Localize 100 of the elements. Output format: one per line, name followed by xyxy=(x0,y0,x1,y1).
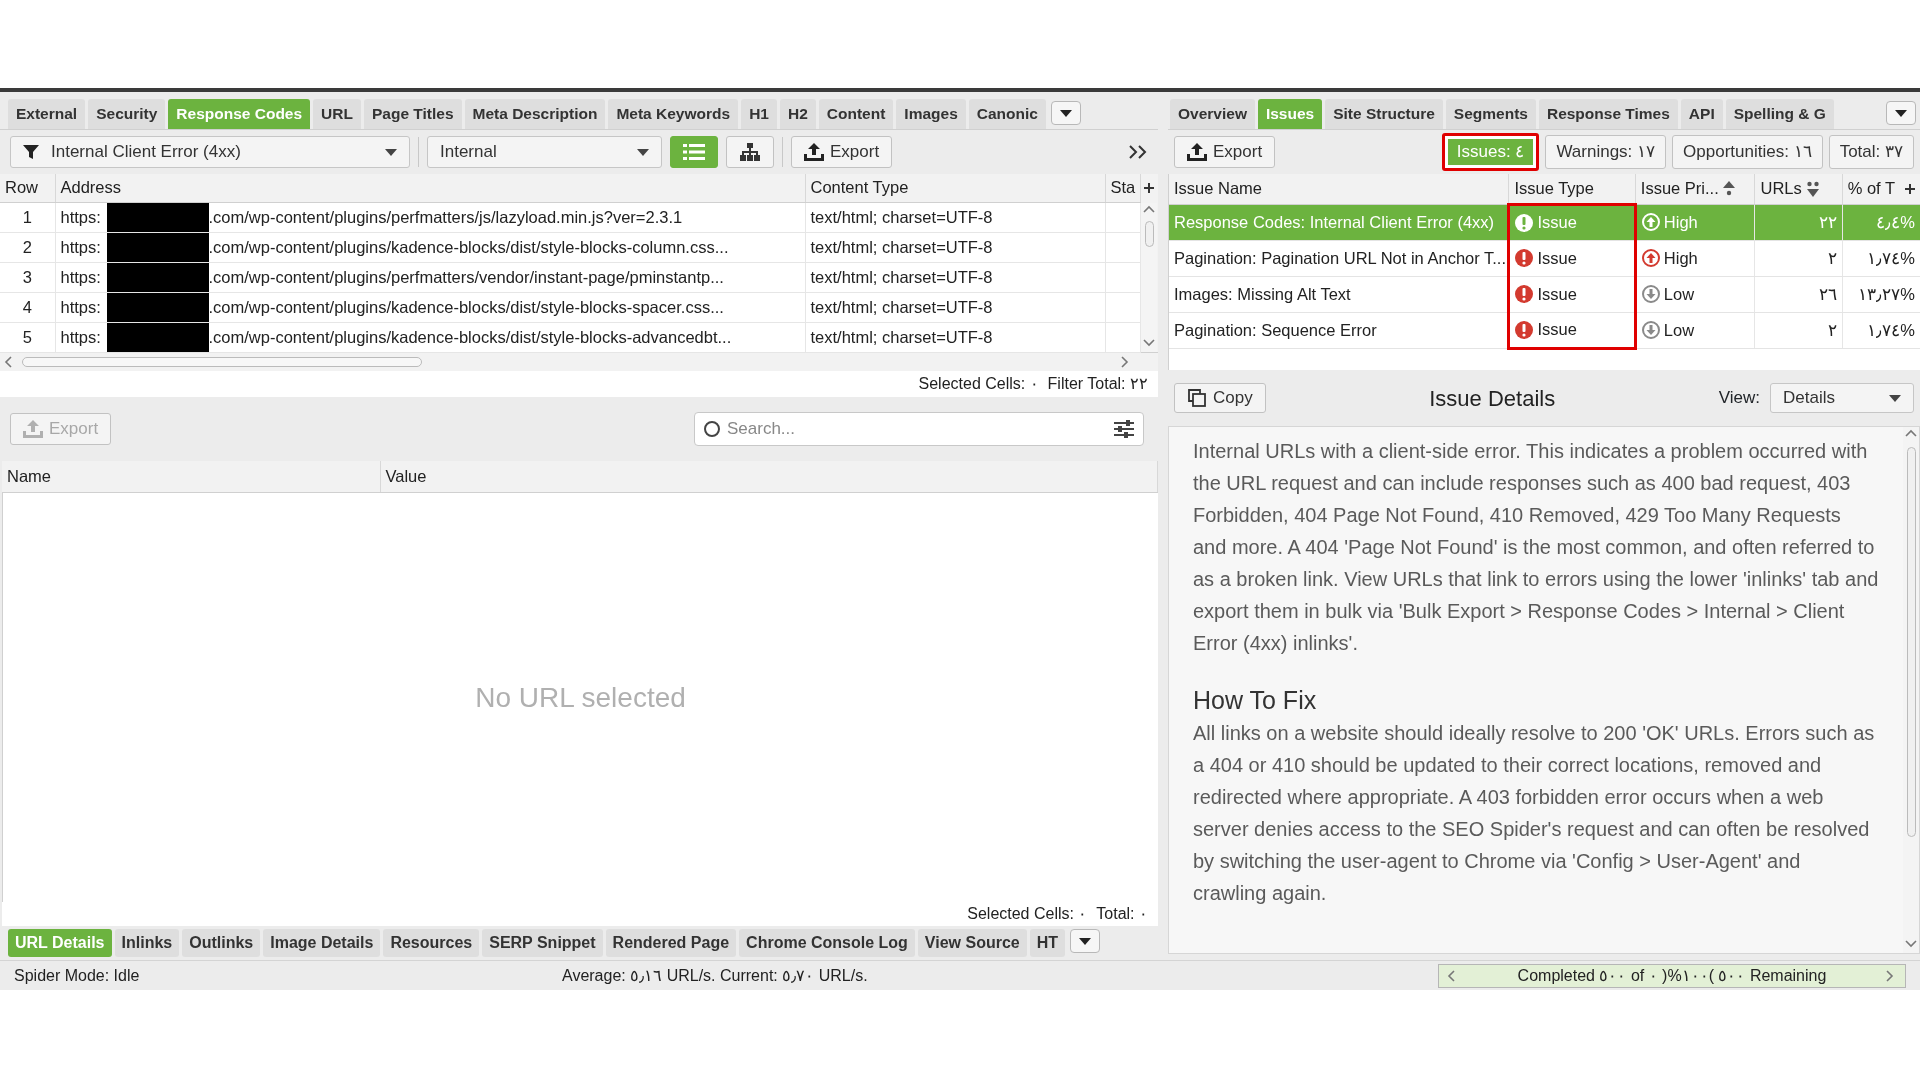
row-number: 3 xyxy=(22,267,32,286)
filter-button[interactable]: Opportunities: ١٦ xyxy=(1672,135,1823,169)
tab-menu-button[interactable] xyxy=(1050,101,1081,125)
filter-icon xyxy=(23,144,39,160)
tab[interactable]: Overview xyxy=(1170,99,1255,129)
percent-value: ١٣٫٢٧% xyxy=(1858,284,1915,303)
tab[interactable]: H2 xyxy=(779,99,816,129)
tab[interactable]: View Source xyxy=(917,929,1027,957)
scrollbar-thumb[interactable] xyxy=(1906,447,1916,837)
description-text: Internal URLs with a client-side error. This indicates a problem occurred with the URL request and can include responses such as 400 bad request, 403 Forbidden, 404 Page Not Found, 410 Removed, 429 Too Many Requests and more. A 404 'Page Not Found' is the most common, and often referred to as a broken link. View URLs that link to errors using the lower 'inlinks' tab and export them in bulk via 'Bulk Export > Response Codes > Internal > Client Error (4xx) inlinks'. xyxy=(1193,439,1879,656)
exclamation-icon xyxy=(1515,320,1534,339)
selection-summary: Selected Cells: ٠ Total: ٠ xyxy=(967,904,1148,924)
percent-value: ١٫٧٤% xyxy=(1867,320,1915,339)
selection-summary: Selected Cells: ٠ Filter Total: ٢٢ xyxy=(918,373,1148,394)
percent-value: ١٫٧٤% xyxy=(1867,248,1915,267)
tab[interactable]: Spelling & G xyxy=(1725,99,1834,129)
tree-view-button[interactable] xyxy=(726,136,774,168)
tab[interactable]: Meta Description xyxy=(464,99,606,129)
filter-dropdown[interactable]: Internal Client Error (4xx) xyxy=(10,136,410,168)
content-type-cell: text/html; charset=UTF-8 xyxy=(810,267,993,286)
fix-text: All links on a website should ideally resolve to 200 'OK' URLs. Errors such as a 404 or 410 should be updated to their correct locations, removed and redirected where appropriate. A 403 forbidden error occurs when a web server denies access to the SEO Spider's request and can often be resolved by switching the user-agent to Chrome via 'Config > User-Agent' and crawling again. xyxy=(1193,721,1876,906)
section-heading: How To Fix xyxy=(1193,685,1318,715)
export-button[interactable]: Export xyxy=(1174,136,1276,168)
tab[interactable]: URL xyxy=(313,99,361,129)
settings-icon xyxy=(1114,419,1134,438)
speed-text: Average: ٥٫١٦ URL/s. Current: ٥٫٧٠ URL/s. xyxy=(562,965,868,986)
list-view-button[interactable] xyxy=(670,136,718,168)
filter-button[interactable]: Warnings: ١٧ xyxy=(1545,135,1667,169)
tab[interactable]: Outlinks xyxy=(182,929,261,957)
content-type-cell: text/html; charset=UTF-8 xyxy=(810,237,993,256)
tab-menu-button[interactable] xyxy=(1070,929,1101,953)
issue-name[interactable]: Pagination: Sequence Error xyxy=(1174,320,1377,339)
panel-title: Issue Details xyxy=(1429,385,1556,411)
tab[interactable]: External xyxy=(8,99,86,129)
tab[interactable]: Site Structure xyxy=(1325,99,1443,129)
scrollbar-thumb[interactable] xyxy=(22,356,422,367)
url-count: ٢ xyxy=(1827,320,1837,339)
tab[interactable]: Meta Keywords xyxy=(608,99,739,129)
copy-button[interactable]: Copy xyxy=(1174,383,1266,413)
column-header[interactable]: Address xyxy=(60,178,122,197)
content-type-cell: text/html; charset=UTF-8 xyxy=(810,327,993,346)
url-count: ٢٢ xyxy=(1818,212,1837,231)
tab[interactable]: Rendered Page xyxy=(605,929,737,957)
tab[interactable]: Resources xyxy=(383,929,480,957)
tab[interactable]: Response Times xyxy=(1538,99,1678,129)
tab[interactable]: H1 xyxy=(741,99,777,129)
tab[interactable]: HT xyxy=(1029,929,1066,957)
address-cell-text: .com/wp-content/plugins/kadence-blocks/dist/style-blocks-advancedbt... xyxy=(208,326,732,348)
search-field[interactable]: Search... xyxy=(694,411,1144,446)
search-icon xyxy=(703,419,721,438)
address-cell-text: .com/wp-content/plugins/kadence-blocks/dist/style-blocks-spacer.css... xyxy=(208,296,724,318)
upload-icon xyxy=(23,419,43,438)
content-type-cell: text/html; charset=UTF-8 xyxy=(810,297,993,316)
upload-icon xyxy=(804,143,824,161)
column-header[interactable]: Value xyxy=(385,466,427,485)
hierarchy-icon xyxy=(740,143,760,161)
empty-message: No URL selected xyxy=(475,680,686,715)
scope-dropdown[interactable]: Internal xyxy=(427,136,662,168)
url-count: ٢ xyxy=(1827,248,1837,267)
address-cell-text: https: xyxy=(59,236,102,258)
tab[interactable]: Image Details xyxy=(263,929,381,957)
priority-label: Low xyxy=(1663,319,1695,341)
status-text: Spider Mode: Idle xyxy=(14,965,141,986)
tab[interactable]: Segments xyxy=(1445,99,1536,129)
scrollbar-thumb[interactable] xyxy=(1144,221,1154,247)
double-chevron-icon xyxy=(1129,145,1147,159)
exclamation-icon xyxy=(1515,249,1534,267)
tab-menu-button[interactable] xyxy=(1886,101,1916,125)
address-cell-text: https: xyxy=(59,206,102,228)
issue-name[interactable]: Pagination: Pagination URL Not in Anchor T... xyxy=(1174,248,1507,267)
tab[interactable]: API xyxy=(1680,99,1723,129)
view-label: View: xyxy=(1718,387,1760,410)
address-cell-text: .com/wp-content/plugins/perfmatters/js/lazyload.min.js?ver=2.3.1 xyxy=(208,206,683,228)
tab[interactable]: Inlinks xyxy=(114,929,180,957)
tab[interactable]: Images xyxy=(896,99,966,129)
tab[interactable]: Content xyxy=(818,99,894,129)
caret-icon xyxy=(1059,109,1072,117)
add-column-icon xyxy=(1144,183,1155,193)
tab[interactable]: Page Titles xyxy=(363,99,462,129)
issue-type: Issue xyxy=(1537,319,1577,341)
issue-name[interactable]: Images: Missing Alt Text xyxy=(1174,284,1351,303)
address-cell-text: https: xyxy=(59,296,102,318)
url-count: ٢٦ xyxy=(1818,284,1837,303)
progress-text: Completed ٥٠٠ of ٠ )%١٠٠( ٥٠٠ Remaining xyxy=(1517,965,1827,986)
address-cell-text: .com/wp-content/plugins/perfmatters/vendor/instant-page/pminstantp... xyxy=(208,266,724,288)
tab[interactable]: SERP Snippet xyxy=(482,929,603,957)
row-number: 5 xyxy=(22,327,32,346)
filter-button[interactable]: Total: ٣٧ xyxy=(1828,135,1914,169)
copy-icon xyxy=(1187,388,1207,408)
caret-icon xyxy=(1889,394,1901,402)
tab[interactable]: Security xyxy=(88,99,166,129)
tab[interactable]: Canonic xyxy=(968,99,1046,129)
row-number: 2 xyxy=(22,237,32,256)
export-button[interactable]: Export xyxy=(791,136,893,168)
tab[interactable]: Chrome Console Log xyxy=(739,929,915,957)
row-number: 4 xyxy=(22,297,32,316)
column-header[interactable]: Name xyxy=(7,466,51,485)
view-dropdown[interactable]: Details xyxy=(1770,383,1914,413)
caret-icon xyxy=(1895,109,1907,117)
more-button[interactable] xyxy=(1128,144,1148,160)
